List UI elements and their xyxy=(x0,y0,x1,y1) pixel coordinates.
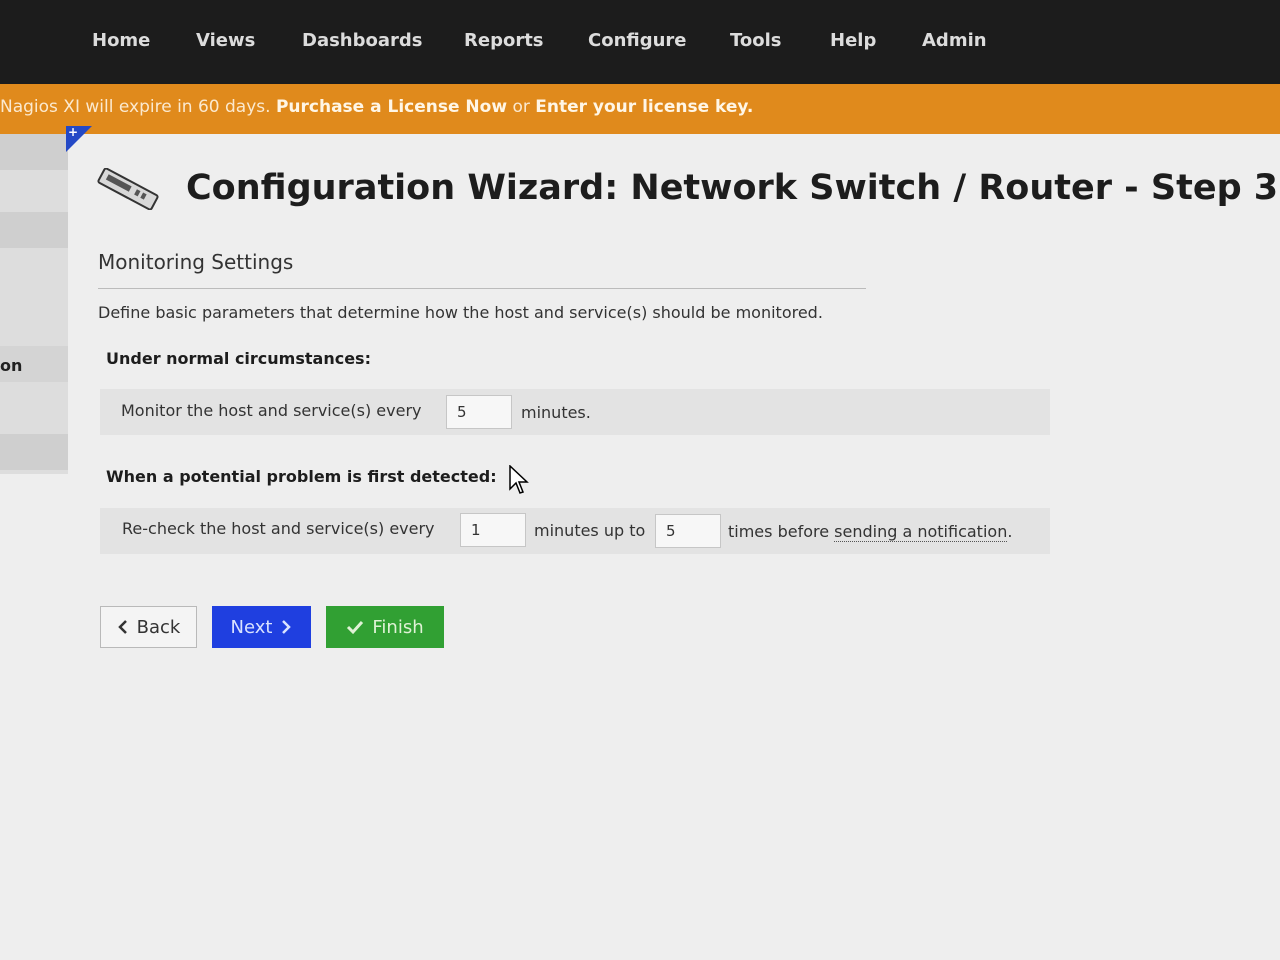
next-button-label: Next xyxy=(230,616,273,638)
section-title: Monitoring Settings xyxy=(98,250,294,274)
enter-license-key-link[interactable]: Enter your license key. xyxy=(535,97,753,117)
nav-help[interactable]: Help xyxy=(830,30,876,51)
purchase-license-link[interactable]: Purchase a License Now xyxy=(276,97,507,117)
check-interval-row: Monitor the host and service(s) every mi… xyxy=(100,389,1050,435)
banner-or-text: or xyxy=(512,97,530,117)
plus-icon: + xyxy=(68,125,79,139)
back-button-label: Back xyxy=(136,616,181,638)
nav-dashboards[interactable]: Dashboards xyxy=(302,30,423,51)
check-interval-label: Monitor the host and service(s) every xyxy=(121,401,422,420)
page-title: Configuration Wizard: Network Switch / R… xyxy=(186,168,1279,208)
nav-tools[interactable]: Tools xyxy=(730,30,782,51)
times-before-label: times before xyxy=(728,522,830,541)
mouse-pointer-icon xyxy=(509,465,529,494)
chevron-right-icon xyxy=(282,620,292,634)
sending-notification-tooltip[interactable]: sending a notification xyxy=(834,522,1008,542)
max-attempts-input[interactable] xyxy=(655,514,721,548)
check-interval-input[interactable] xyxy=(446,395,512,429)
recheck-row: Re-check the host and service(s) every m… xyxy=(100,508,1050,554)
recheck-interval-label: Re-check the host and service(s) every xyxy=(122,519,435,538)
nav-configure[interactable]: Configure xyxy=(588,30,687,51)
sidebar-item[interactable] xyxy=(0,134,68,170)
license-expiry-banner: Nagios XI will expire in 60 days. Purcha… xyxy=(0,84,1280,134)
banner-text: Nagios XI will expire in 60 days. Purcha… xyxy=(0,84,753,130)
checkmark-icon xyxy=(347,620,364,635)
chevron-left-icon xyxy=(117,620,127,634)
finish-button[interactable]: Finish xyxy=(326,606,444,648)
sidebar-item[interactable] xyxy=(0,212,68,248)
top-navigation-bar: Home Views Dashboards Reports Configure … xyxy=(0,0,1280,84)
finish-button-label: Finish xyxy=(372,616,424,638)
check-interval-unit: minutes. xyxy=(521,403,591,422)
network-switch-icon xyxy=(97,168,159,210)
left-sidebar: on xyxy=(0,134,68,474)
problem-detected-heading: When a potential problem is first detect… xyxy=(106,467,497,486)
retry-interval-input[interactable] xyxy=(460,513,526,547)
section-divider xyxy=(98,288,866,289)
notification-text: times before sending a notification. xyxy=(728,522,1013,542)
banner-expiry-message: Nagios XI will expire in 60 days. xyxy=(0,97,271,117)
nav-views[interactable]: Views xyxy=(196,30,255,51)
sidebar-item-label: on xyxy=(0,356,23,375)
back-button[interactable]: Back xyxy=(100,606,197,648)
next-button[interactable]: Next xyxy=(212,606,311,648)
retry-unit-label: minutes up to xyxy=(534,521,646,540)
nav-home[interactable]: Home xyxy=(92,30,150,51)
section-description: Define basic parameters that determine h… xyxy=(98,303,823,322)
sidebar-item[interactable] xyxy=(0,434,68,470)
nav-admin[interactable]: Admin xyxy=(922,30,987,51)
sidebar-toggle-button[interactable]: + xyxy=(66,125,92,152)
sentence-end: . xyxy=(1007,522,1013,541)
normal-circumstances-heading: Under normal circumstances: xyxy=(106,349,371,368)
nav-reports[interactable]: Reports xyxy=(464,30,544,51)
